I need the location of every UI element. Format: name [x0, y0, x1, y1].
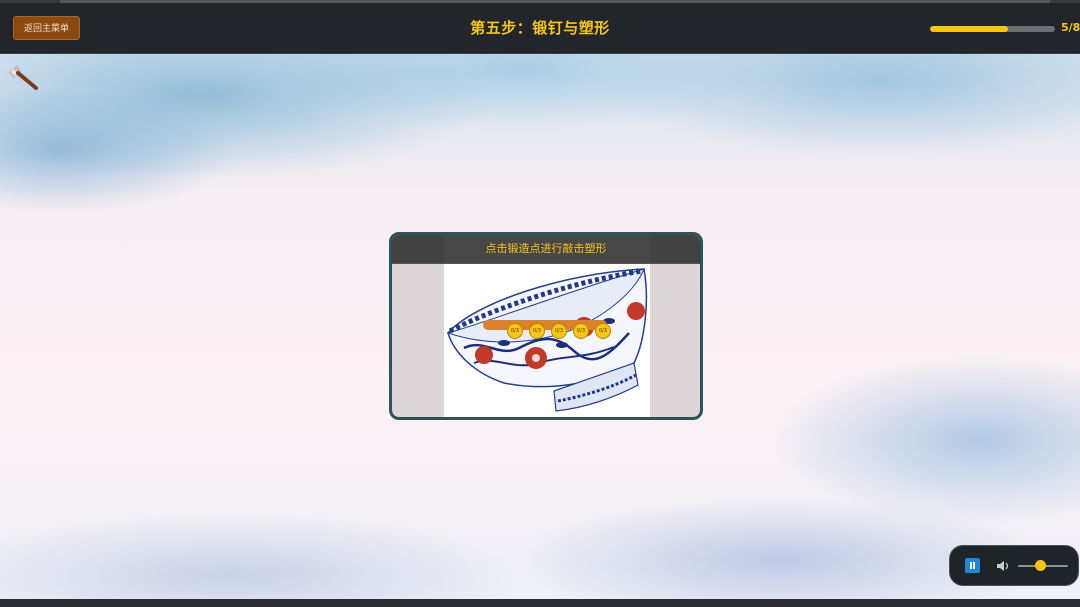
- header-bar: 返回主菜单 第五步：锻钉与塑形 5/8: [0, 3, 1080, 54]
- forge-point-4[interactable]: 0/3: [573, 323, 589, 339]
- forge-point-3[interactable]: 0/3: [551, 323, 567, 339]
- pause-button[interactable]: [965, 558, 980, 573]
- audio-controls: [949, 545, 1079, 586]
- step-progress-text: 5/8: [1061, 21, 1080, 34]
- back-to-main-menu-button[interactable]: 返回主菜单: [13, 16, 80, 40]
- forging-panel: 点击锻造点进行敲击塑形 0/3 0/3 0/3 0/3 0/3: [389, 232, 703, 420]
- forge-point-5[interactable]: 0/3: [595, 323, 611, 339]
- forge-point-1[interactable]: 0/3: [507, 323, 523, 339]
- forge-point-2[interactable]: 0/3: [529, 323, 545, 339]
- panel-instruction: 点击锻造点进行敲击塑形: [392, 235, 700, 264]
- volume-slider-knob[interactable]: [1035, 560, 1046, 571]
- hammer-icon: [9, 65, 38, 90]
- speaker-icon[interactable]: [996, 559, 1010, 573]
- porcelain-bowl-image: [446, 268, 648, 412]
- bottom-border: [0, 599, 1080, 607]
- step-progress-fill: [930, 26, 1009, 32]
- step-title: 第五步：锻钉与塑形: [470, 19, 610, 37]
- step-progress-bar: [930, 26, 1055, 32]
